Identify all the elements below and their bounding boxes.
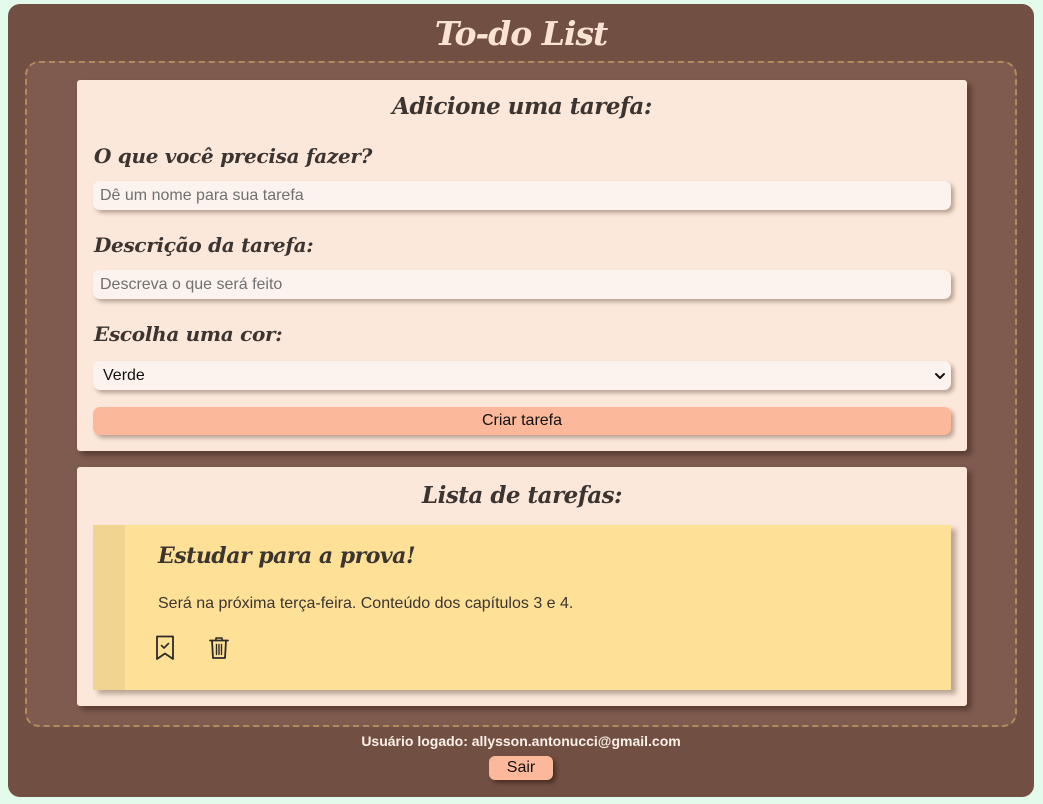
chevron-down-icon: [933, 369, 947, 383]
task-description: Será na próxima terça-feira. Conteúdo do…: [158, 595, 574, 612]
add-task-form: Adicione uma tarefa: O que você precisa …: [77, 80, 967, 451]
task-name-input[interactable]: [93, 181, 951, 210]
app-container: To-do List Adicione uma tarefa: O que vo…: [8, 4, 1034, 797]
app-title: To-do List: [434, 14, 609, 53]
create-task-button[interactable]: Criar tarefa: [93, 407, 951, 435]
form-heading: Adicione uma tarefa:: [392, 93, 652, 120]
task-description-label: Descrição da tarefa:: [94, 233, 314, 257]
color-select[interactable]: Verde: [93, 361, 951, 390]
task-description-input[interactable]: [93, 270, 951, 299]
task-title: Estudar para a prova!: [158, 543, 416, 569]
logged-user-info: Usuário logado: allysson.antonucci@gmail…: [361, 733, 681, 749]
task-board: Adicione uma tarefa: O que você precisa …: [25, 61, 1017, 727]
trash-icon[interactable]: [208, 635, 230, 661]
color-label: Escolha uma cor:: [94, 322, 283, 346]
task-color-stripe: [93, 525, 125, 690]
list-heading: Lista de tarefas:: [421, 482, 623, 509]
task-list: Lista de tarefas: Estudar para a prova! …: [77, 467, 967, 706]
logout-button[interactable]: Sair: [489, 756, 553, 780]
task-name-label: O que você precisa fazer?: [94, 144, 373, 168]
task-card: Estudar para a prova! Será na próxima te…: [93, 525, 951, 690]
bookmark-check-icon[interactable]: [154, 635, 176, 661]
color-select-value: Verde: [103, 367, 145, 384]
